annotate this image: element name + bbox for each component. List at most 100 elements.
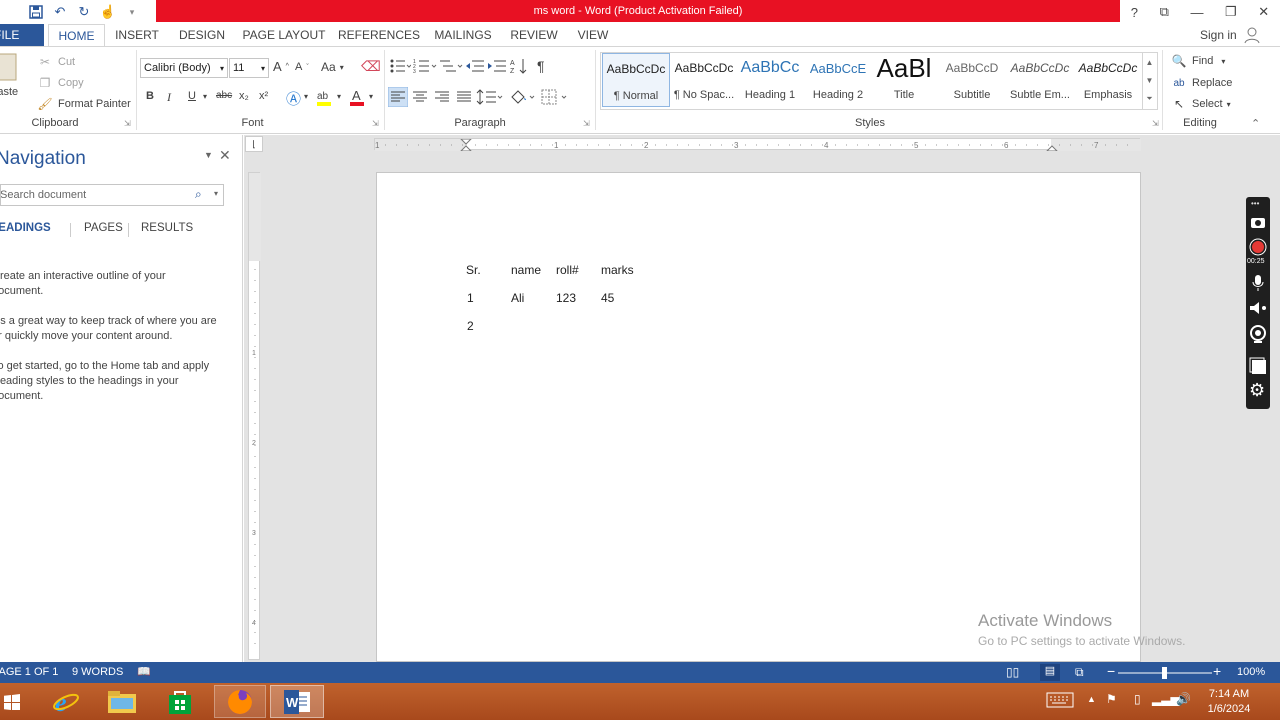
search-input[interactable]: Search document ⌕ ▾	[0, 184, 224, 206]
undo-icon[interactable]: ↶	[50, 2, 70, 22]
change-case-button[interactable]: Aa ▾	[321, 60, 344, 74]
chevron-up-icon[interactable]: ▲	[1146, 58, 1154, 67]
web-layout-icon[interactable]: ⧉	[1075, 665, 1084, 680]
proofing-icon[interactable]: 📖	[137, 665, 151, 678]
clear-formatting-icon[interactable]: ⌫	[361, 58, 381, 75]
close-button[interactable]: ✕	[1258, 4, 1269, 20]
store-app[interactable]	[160, 685, 200, 718]
close-pane-icon[interactable]: ✕	[219, 147, 231, 164]
tab-file[interactable]: FILE	[0, 24, 44, 46]
align-center-icon[interactable]	[410, 87, 430, 107]
copy-button[interactable]: ❐ Copy	[36, 74, 84, 92]
speaker-icon[interactable]	[1249, 301, 1267, 315]
ribbon-display-options-icon[interactable]: ⧉	[1160, 4, 1169, 20]
style-subtitle[interactable]: AaBbCcD Subtitle	[938, 53, 1006, 107]
grow-font-button[interactable]: A ^	[273, 59, 289, 74]
strikethrough-button[interactable]: abc	[216, 90, 232, 101]
tab-results[interactable]: RESULTS	[141, 222, 193, 234]
align-right-icon[interactable]	[432, 87, 452, 107]
chevron-down-icon[interactable]: ▼	[1146, 76, 1154, 85]
task-pane-options-icon[interactable]: ▼	[204, 150, 213, 160]
format-painter-button[interactable]: 🖌 Format Painter	[36, 95, 130, 113]
horizontal-ruler[interactable]: 1 1 2 3 4 5 6 7	[374, 138, 1141, 151]
volume-icon[interactable]: 🔊	[1176, 692, 1191, 706]
cell-sr-header[interactable]: Sr.	[466, 263, 481, 277]
zoom-level[interactable]: 100%	[1237, 666, 1265, 678]
chevron-down-icon[interactable]: ▾	[337, 92, 341, 101]
file-explorer-app[interactable]	[102, 685, 142, 718]
webcam-icon[interactable]	[1249, 325, 1267, 343]
line-spacing-icon[interactable]	[476, 87, 506, 107]
cell-name-header[interactable]: name	[511, 263, 541, 277]
sort-icon[interactable]: AZ	[509, 57, 531, 75]
increase-indent-icon[interactable]	[487, 57, 507, 75]
paragraph-launcher-icon[interactable]: ⇲	[583, 119, 590, 128]
action-center-flag-icon[interactable]: ⚑	[1106, 692, 1117, 706]
shrink-font-button[interactable]: Aˇ	[295, 61, 309, 73]
text-effects-icon[interactable]: Ⓐ	[286, 88, 301, 109]
firefox-app[interactable]	[214, 685, 266, 718]
restore-button[interactable]: ❐	[1225, 4, 1237, 20]
align-left-icon[interactable]	[388, 87, 408, 107]
italic-button[interactable]: I	[167, 90, 171, 105]
chevron-down-icon[interactable]: ▾	[203, 92, 207, 101]
record-icon[interactable]	[1249, 238, 1267, 256]
zoom-out-button[interactable]: −	[1107, 663, 1115, 679]
zoom-in-button[interactable]: +	[1213, 663, 1221, 679]
cell-name-1[interactable]: Ali	[511, 291, 524, 305]
word-count[interactable]: 9 WORDS	[72, 666, 123, 678]
style-title[interactable]: AaBl Title	[870, 53, 938, 107]
borders-icon[interactable]	[540, 87, 570, 107]
paste-button[interactable]: Paste	[0, 52, 26, 107]
tab-page-layout[interactable]: PAGE LAYOUT	[242, 24, 326, 46]
tab-mailings[interactable]: MAILINGS	[432, 24, 494, 46]
style-heading-2[interactable]: AaBbCcE Heading 2	[804, 53, 872, 107]
shading-icon[interactable]	[508, 87, 538, 107]
font-size-select[interactable]: 11 ▾	[229, 58, 269, 78]
cell-roll-header[interactable]: roll#	[556, 263, 579, 277]
numbering-icon[interactable]: 123	[413, 57, 437, 75]
cut-button[interactable]: ✂ Cut	[36, 53, 75, 71]
vertical-ruler[interactable]: 1234	[248, 172, 261, 660]
touch-mode-icon[interactable]: ☝	[98, 2, 118, 22]
clipboard-launcher-icon[interactable]: ⇲	[124, 119, 131, 128]
clock[interactable]: 7:14 AM 1/6/2024	[1204, 688, 1254, 715]
save-icon[interactable]	[26, 2, 46, 22]
document-page[interactable]	[376, 172, 1141, 662]
chevron-down-icon[interactable]: ▾	[214, 189, 218, 198]
show-formatting-marks-icon[interactable]: ¶	[537, 58, 545, 74]
style-subtle-emphasis[interactable]: AaBbCcDc Subtle Em...	[1006, 53, 1074, 107]
tab-view[interactable]: VIEW	[574, 24, 612, 46]
font-color-icon[interactable]: A	[348, 87, 368, 107]
cell-sr-1[interactable]: 1	[467, 291, 474, 305]
tab-insert[interactable]: INSERT	[112, 24, 162, 46]
zoom-slider[interactable]	[1118, 667, 1212, 679]
font-name-select[interactable]: Calibri (Body) ▾	[140, 58, 228, 78]
underline-button[interactable]: U	[188, 90, 196, 102]
styles-scroll[interactable]: ▲ ▼ ⏷	[1142, 53, 1156, 109]
chevron-down-icon[interactable]: ▾	[369, 92, 373, 101]
read-mode-icon[interactable]: ▯▯	[1006, 665, 1019, 679]
style-no-spacing[interactable]: AaBbCcDc ¶ No Spac...	[670, 53, 738, 107]
touch-keyboard-icon[interactable]	[1046, 692, 1076, 710]
print-layout-icon[interactable]: ▤	[1040, 664, 1060, 681]
style-normal[interactable]: AaBbCcDc ¶ Normal	[602, 53, 670, 107]
tab-home[interactable]: HOME	[48, 24, 105, 46]
help-icon[interactable]: ?	[1131, 5, 1138, 20]
cell-marks-header[interactable]: marks	[601, 263, 634, 277]
camera-icon[interactable]	[1250, 215, 1266, 229]
more-styles-icon[interactable]: ⏷	[1146, 94, 1152, 104]
highlight-color-icon[interactable]: ab	[315, 87, 335, 107]
customize-qat-icon[interactable]: ▾	[122, 2, 142, 22]
microphone-icon[interactable]	[1251, 274, 1265, 292]
tab-references[interactable]: REFERENCES	[338, 24, 420, 46]
screens-icon[interactable]	[1249, 357, 1267, 375]
minimize-button[interactable]: —	[1190, 5, 1203, 20]
tab-review[interactable]: REVIEW	[508, 24, 560, 46]
replace-button[interactable]: ab Replace	[1170, 74, 1232, 92]
tab-selector-icon[interactable]: ⌊	[245, 136, 263, 152]
bold-button[interactable]: B	[146, 90, 154, 102]
start-button[interactable]	[0, 685, 24, 718]
subscript-button[interactable]: x₂	[239, 90, 249, 102]
word-app[interactable]: W	[270, 685, 324, 718]
